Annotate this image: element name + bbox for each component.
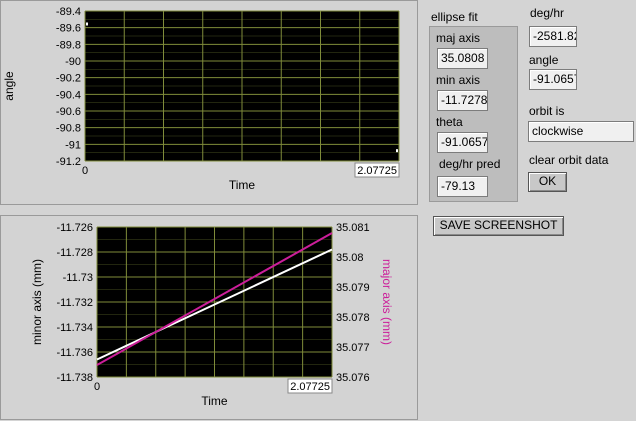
y-tick-label: -90	[65, 56, 81, 68]
data-point	[396, 149, 398, 153]
deg-hr-value: -2581.82	[529, 26, 577, 47]
y-tick-label: -90.4	[56, 89, 81, 101]
deg-hr-label: deg/hr	[530, 6, 565, 20]
axis-chart-panel: -11.726 -11.728 -11.73 -11.732 -11.734 -11.73…	[0, 215, 418, 420]
y2-tick-label: 35.08	[336, 252, 364, 264]
y-tick-label: -89.4	[56, 6, 81, 18]
y-tick-label: -89.6	[56, 23, 81, 35]
ellipse-fit-cluster: maj axis 35.0808 min axis -11.7278 theta…	[429, 26, 518, 202]
y-tick-label: -11.734	[57, 322, 94, 334]
angle-value: -91.0657	[529, 69, 577, 90]
x-tick-label: 2.07725	[290, 381, 330, 393]
ellipse-fit-title: ellipse fit	[431, 10, 478, 24]
angle-chart-panel: -89.4 -89.6 -89.8 -90 -90.2 -90.4 -90.6 -90.8 -9…	[0, 0, 418, 205]
deg-hr-pred-value: -79.13	[437, 176, 488, 197]
orbit-label: orbit is	[529, 104, 565, 118]
min-axis-value: -11.7278	[437, 90, 488, 111]
y-tick-label: -11.726	[57, 222, 94, 234]
y2-tick-label: 35.077	[336, 342, 370, 354]
y-tick-label: -91	[65, 139, 81, 151]
y-tick-label: -11.732	[57, 297, 94, 309]
theta-label: theta	[436, 115, 463, 129]
x-axis-title: Time	[201, 394, 228, 408]
data-point	[86, 22, 88, 26]
min-axis-label: min axis	[436, 73, 481, 87]
x-axis-title: Time	[229, 178, 256, 192]
clear-orbit-label: clear orbit data	[529, 153, 609, 167]
y-tick-label: -11.728	[57, 247, 94, 259]
y2-axis-title: major axis (mm)	[380, 259, 394, 345]
theta-value: -91.0657	[437, 132, 488, 153]
x-tick-label: 2.07725	[357, 165, 397, 177]
y-tick-label: -11.73	[63, 272, 93, 284]
ok-button[interactable]: OK	[528, 172, 567, 192]
y-axis-title: minor axis (mm)	[30, 259, 44, 345]
x-tick-label: 0	[94, 381, 100, 393]
y2-tick-label: 35.081	[336, 222, 370, 234]
angle-label: angle	[529, 53, 559, 67]
y2-tick-label: 35.078	[336, 312, 370, 324]
y-tick-label: -90.6	[56, 106, 81, 118]
maj-axis-value: 35.0808	[437, 48, 488, 69]
y2-tick-label: 35.079	[336, 282, 370, 294]
y-tick-label: -11.738	[57, 372, 94, 384]
y-tick-label: -89.8	[56, 39, 81, 51]
y2-tick-label: 35.076	[336, 372, 370, 384]
orbit-value: clockwise	[528, 121, 634, 142]
y-tick-label: -90.8	[56, 123, 81, 135]
x-tick-label: 0	[82, 165, 88, 177]
save-screenshot-button[interactable]: SAVE SCREENSHOT	[433, 216, 564, 236]
angle-chart: -89.4 -89.6 -89.8 -90 -90.2 -90.4 -90.6 -90.8 -9…	[2, 6, 400, 192]
y-tick-label: -11.736	[57, 347, 94, 359]
y-axis-title: angle	[2, 71, 16, 101]
y-tick-label: -90.2	[56, 73, 81, 85]
axis-chart: -11.726 -11.728 -11.73 -11.732 -11.734 -11.73…	[30, 222, 394, 408]
deg-hr-pred-label: deg/hr pred	[439, 157, 501, 171]
maj-axis-label: maj axis	[436, 31, 481, 45]
y-tick-label: -91.2	[56, 156, 81, 168]
